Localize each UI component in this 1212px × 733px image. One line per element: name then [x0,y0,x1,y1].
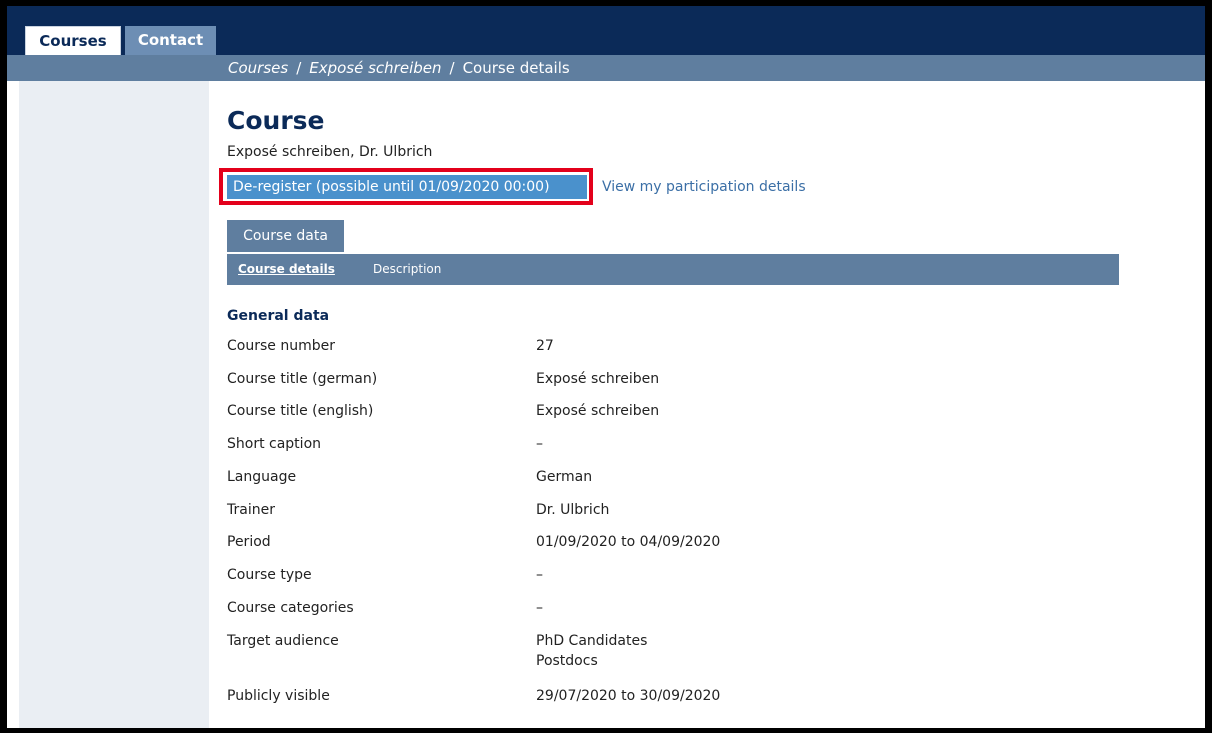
row-label: Course type [227,567,312,583]
row-label: Course categories [227,600,354,616]
row-value: Exposé schreiben [536,371,660,387]
row-value: 01/09/2020 to 04/09/2020 [536,534,721,550]
top-navigation-bar: Courses Contact [7,6,1205,55]
general-data-heading: General data [227,308,330,324]
tab-courses[interactable]: Courses [25,26,121,55]
row-label: Trainer [227,502,275,518]
breadcrumb-link-courses[interactable]: Courses [228,59,288,77]
row-label: Language [227,469,297,485]
row-label: Short caption [227,436,322,452]
row-value: 27 [536,338,554,354]
row-label: Publicly visible [227,688,330,704]
row-value: – [536,600,543,616]
row-value: 29/07/2020 to 30/09/2020 [536,688,721,704]
row-label: Target audience [227,633,339,649]
row-value: – [536,436,543,452]
tab-course-data[interactable]: Course data [227,220,344,252]
breadcrumb-link-course[interactable]: Exposé schreiben [309,59,441,77]
row-value: Dr. Ulbrich [536,502,610,518]
row-label: Period [227,534,271,550]
subtab-description[interactable]: Description [373,254,441,285]
row-label: Course title (english) [227,403,374,419]
row-value: German [536,469,593,485]
breadcrumb-separator: / [449,59,455,77]
course-subtitle: Exposé schreiben, Dr. Ulbrich [227,144,433,160]
subtab-bar: Course details Description [227,254,1119,285]
browser-page: Courses Contact Courses / Exposé schreiben… [7,6,1205,728]
breadcrumb-bar: Courses / Exposé schreiben / Course details [7,55,1205,81]
highlight-annotation [219,168,593,205]
row-label: Course title (german) [227,371,378,387]
audience-value-line: PhD Candidates [536,633,648,649]
sidebar [19,81,209,728]
participation-details-link[interactable]: View my participation details [602,175,806,199]
breadcrumb: Courses / Exposé schreiben / Course details [228,55,570,81]
tab-contact[interactable]: Contact [125,26,216,55]
page-title: Course [227,106,325,135]
audience-value-line: Postdocs [536,653,598,669]
row-value: – [536,567,543,583]
row-value: Exposé schreiben [536,403,660,419]
row-label: Course number [227,338,335,354]
subtab-course-details[interactable]: Course details [238,254,335,285]
breadcrumb-separator: / [296,59,302,77]
row-value: PhD Candidates Postdocs [536,631,647,671]
breadcrumb-current: Course details [462,59,570,77]
